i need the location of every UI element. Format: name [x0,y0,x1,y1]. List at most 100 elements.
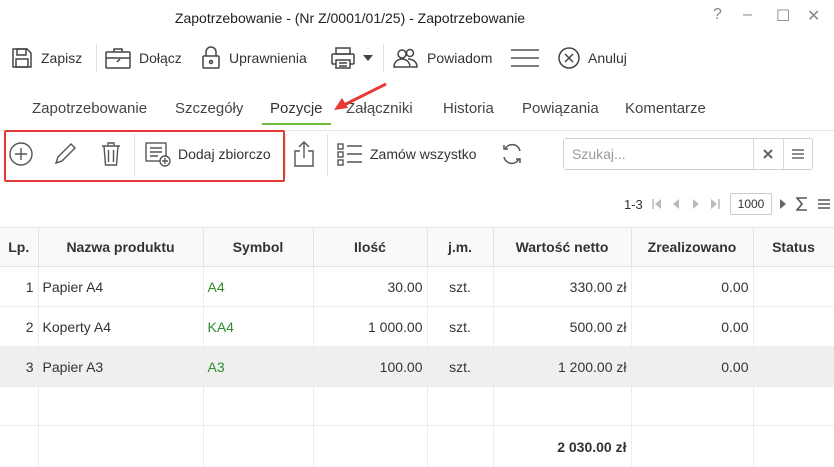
permissions-button[interactable]: Uprawnienia [200,40,307,76]
table-row[interactable]: 2 Koperty A4 KA4 1 000.00 szt. 500.00 zł… [0,306,834,347]
edit-position-button[interactable] [52,138,78,170]
cell-net-value: 330.00 zł [493,266,632,307]
sum-icon[interactable] [796,197,808,211]
column-header-status[interactable]: Status [753,227,834,267]
checklist-icon [337,143,362,166]
notify-label: Powiadom [427,50,493,66]
search-input[interactable] [564,139,753,169]
floppy-disk-icon [12,48,32,68]
export-button[interactable] [292,138,316,170]
main-toolbar: Zapisz Dołącz Uprawnienia Powiadom Anulu… [0,40,834,76]
column-header-quantity[interactable]: Ilość [313,227,428,267]
tab-historia[interactable]: Historia [443,94,494,125]
column-header-product[interactable]: Nazwa produktu [38,227,204,267]
cell-quantity: 100.00 [313,346,428,387]
tab-powiazania[interactable]: Powiązania [522,94,599,125]
cancel-button[interactable]: Anuluj [557,40,627,76]
cancel-circle-icon [558,47,580,69]
total-net-value: 2 030.00 zł [493,425,632,467]
refresh-icon [503,143,521,165]
cell-symbol: KA4 [203,306,314,347]
tab-pozycje[interactable]: Pozycje [262,94,330,125]
table-row-selected[interactable]: 3 Papier A3 A3 100.00 szt. 1 200.00 zł 0… [0,346,834,387]
plus-circle-icon [9,142,33,166]
cell-net-value: 500.00 zł [493,306,632,347]
cell-unit: szt. [427,266,494,307]
refresh-button[interactable] [500,138,524,170]
window-title: Zapotrzebowanie - (Nr Z/0001/01/25) - Za… [174,10,526,26]
last-page-icon[interactable] [710,198,720,210]
cell-unit: szt. [427,306,494,347]
menu-lines-icon [791,149,804,159]
maximize-icon[interactable]: ☐ [776,6,790,26]
positions-table: Lp. Nazwa produktu Symbol Ilość j.m. War… [0,227,834,467]
close-window-icon[interactable]: ✕ [807,6,820,26]
cell-quantity: 30.00 [313,266,428,307]
permissions-label: Uprawnienia [229,50,307,66]
order-all-button[interactable]: Zamów wszystko [336,138,477,170]
minimize-icon[interactable]: – [743,6,752,24]
cell-realized: 0.00 [631,266,754,307]
hamburger-menu-icon [511,49,539,67]
cancel-label: Anuluj [588,50,627,66]
cell-product: Papier A4 [38,266,204,307]
pencil-icon [54,143,76,165]
table-row[interactable]: 1 Papier A4 A4 30.00 szt. 330.00 zł 0.00 [0,266,834,307]
share-export-icon [294,141,314,167]
column-header-lp[interactable]: Lp. [0,227,39,267]
notify-button[interactable]: Powiadom [392,40,492,76]
cell-status [753,266,834,307]
cell-net-value: 1 200.00 zł [493,346,632,387]
save-label: Zapisz [41,50,83,66]
cell-realized: 0.00 [631,346,754,387]
attach-label: Dołącz [139,50,182,66]
cell-symbol: A3 [203,346,314,387]
save-button[interactable]: Zapisz [10,40,82,76]
cell-status [753,306,834,347]
cell-unit: szt. [427,346,494,387]
empty-row [0,386,834,426]
first-page-icon[interactable] [652,198,662,210]
column-header-symbol[interactable]: Symbol [203,227,314,267]
printer-icon [331,47,355,69]
table-summary-row: 2 030.00 zł [0,425,834,467]
users-icon [393,48,418,68]
order-all-label: Zamów wszystko [370,146,477,162]
lock-icon [202,46,220,69]
page-size-input[interactable]: 1000 [730,193,772,215]
search-box [563,138,813,170]
tab-zapotrzebowanie[interactable]: Zapotrzebowanie [32,94,147,125]
next-page-icon[interactable] [692,198,700,210]
column-menu-icon[interactable] [818,198,830,210]
toolbar-divider [96,44,97,72]
print-button[interactable] [330,40,373,76]
cell-lp: 3 [0,346,39,387]
briefcase-icon [105,48,131,69]
cell-status [753,346,834,387]
search-options-button[interactable] [782,139,813,169]
tab-komentarze[interactable]: Komentarze [625,94,706,125]
cell-product: Papier A3 [38,346,204,387]
trash-icon [102,142,120,166]
menu-button[interactable] [510,40,540,76]
column-header-net-value[interactable]: Wartość netto [493,227,632,267]
attach-button[interactable]: Dołącz [104,40,182,76]
delete-position-button[interactable] [99,138,123,170]
tab-szczegoly[interactable]: Szczegóły [175,94,243,125]
column-header-realized[interactable]: Zrealizowano [631,227,754,267]
clear-search-button[interactable] [753,139,783,169]
pager-range: 1-3 [624,196,643,212]
dropdown-caret-icon [363,55,373,61]
cell-symbol: A4 [203,266,314,307]
column-header-unit[interactable]: j.m. [427,227,494,267]
cell-quantity: 1 000.00 [313,306,428,347]
play-icon[interactable] [779,198,787,210]
bulk-add-button[interactable]: Dodaj zbiorczo [144,138,271,170]
title-bar: Zapotrzebowanie - (Nr Z/0001/01/25) - Za… [0,0,834,36]
list-add-icon [145,142,171,167]
action-divider [327,134,328,176]
cell-realized: 0.00 [631,306,754,347]
help-icon[interactable]: ? [713,6,722,24]
prev-page-icon[interactable] [672,198,680,210]
add-position-button[interactable] [8,138,34,170]
